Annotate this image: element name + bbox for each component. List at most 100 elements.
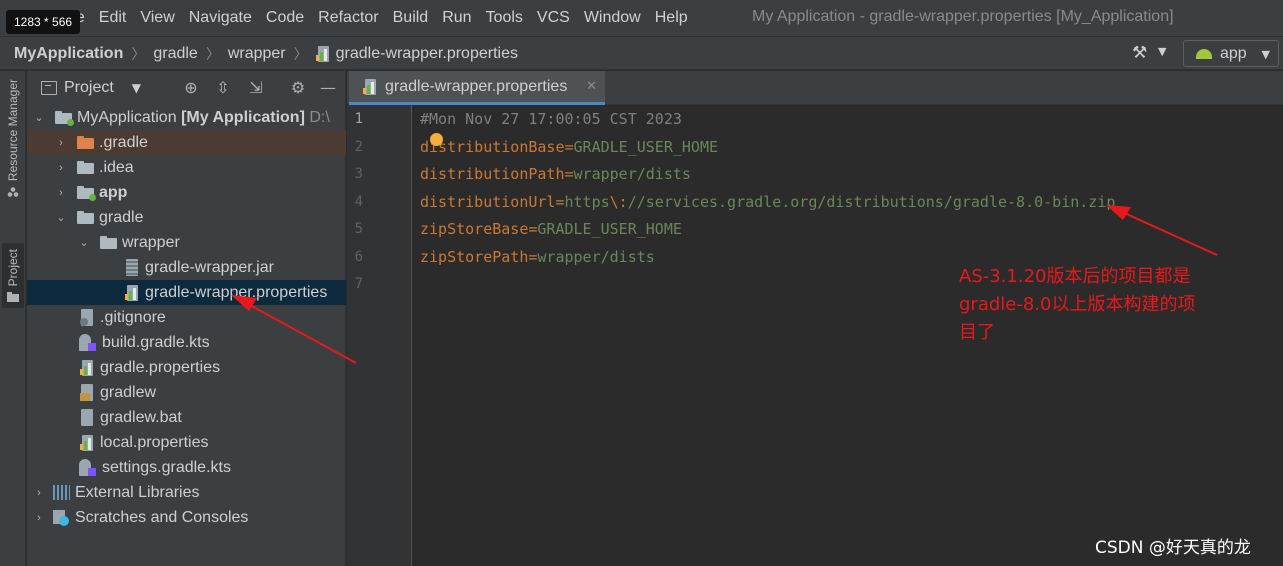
- property-key: zipStoreBase: [420, 220, 529, 238]
- locate-target-icon[interactable]: ⊕: [181, 78, 201, 98]
- run-configuration-label: app: [1220, 44, 1247, 62]
- menu-run[interactable]: Run: [435, 9, 478, 27]
- breadcrumb-wrapper[interactable]: wrapper: [228, 45, 286, 63]
- property-value: https: [564, 193, 610, 211]
- tree-item-label: settings.gradle.kts: [102, 458, 231, 476]
- gradle-kotlin-file-icon: [78, 459, 96, 476]
- tree-item-label: .idea: [99, 158, 134, 176]
- tree-item-wrapper[interactable]: ⌄ wrapper: [27, 230, 346, 255]
- menu-navigate[interactable]: Navigate: [182, 9, 259, 27]
- watermark: CSDN @好天真的龙: [1095, 538, 1251, 558]
- tree-item-build-gradle-kts[interactable]: build.gradle.kts: [27, 330, 346, 355]
- code-line-3: distributionPath=wrapper/dists: [420, 165, 691, 183]
- folder-icon: [100, 236, 117, 249]
- gear-icon[interactable]: ⚙: [288, 78, 308, 98]
- root-module: [My Application]: [181, 108, 305, 126]
- menu-refactor[interactable]: Refactor: [311, 9, 385, 27]
- collapse-all-icon[interactable]: ⇲: [246, 78, 266, 98]
- annotation-note: AS-3.1.20版本后的项目都是 gradle-8.0以上版本构建的项 目了: [959, 263, 1229, 347]
- root-name: MyApplication: [77, 108, 177, 126]
- chevron-right-icon[interactable]: ›: [33, 512, 45, 524]
- tree-item-gradle-wrapper-properties[interactable]: gradle-wrapper.properties: [27, 280, 346, 305]
- project-view-select[interactable]: Project: [64, 79, 114, 97]
- resource-manager-label: Resource Manager: [6, 79, 20, 182]
- tree-item-local-properties[interactable]: local.properties: [27, 430, 346, 455]
- menu-view[interactable]: View: [133, 9, 181, 27]
- annotation-line: gradle-8.0以上版本构建的项: [959, 294, 1196, 315]
- hide-panel-icon[interactable]: —: [318, 78, 338, 98]
- code-line-2: distributionBase=GRADLE_USER_HOME: [420, 138, 718, 156]
- menu-code[interactable]: Code: [259, 9, 311, 27]
- editor-tab-gradle-wrapper-properties[interactable]: gradle-wrapper.properties ✕: [349, 71, 605, 105]
- library-icon: [53, 485, 70, 500]
- property-value: GRADLE_USER_HOME: [537, 220, 682, 238]
- tree-item-label: app: [99, 183, 128, 201]
- folder-icon: [77, 136, 94, 149]
- tree-item-label: gradle-wrapper.properties: [145, 283, 328, 301]
- tree-item-label: gradle-wrapper.jar: [145, 258, 274, 276]
- window-title: My Application - gradle-wrapper.properti…: [752, 8, 1174, 25]
- tree-item-gradle-wrapper-jar[interactable]: gradle-wrapper.jar: [27, 255, 346, 280]
- tree-item-settings-gradle-kts[interactable]: settings.gradle.kts: [27, 455, 346, 480]
- breadcrumb-file[interactable]: gradle-wrapper.properties: [336, 45, 518, 63]
- menu-edit[interactable]: Edit: [92, 9, 134, 27]
- tree-item-dot-gradle[interactable]: › .gradle: [27, 130, 346, 155]
- project-tool-button[interactable]: Project: [2, 243, 24, 309]
- menu-build[interactable]: Build: [386, 9, 436, 27]
- line-number: 7: [354, 276, 363, 292]
- tree-item-gradle-properties[interactable]: gradle.properties: [27, 355, 346, 380]
- tree-item-label: Scratches and Consoles: [75, 508, 249, 526]
- tree-item-external-libraries[interactable]: › External Libraries: [27, 480, 346, 505]
- breadcrumb-gradle[interactable]: gradle: [153, 45, 197, 63]
- menu-help[interactable]: Help: [648, 9, 695, 27]
- editor-tab-bar: gradle-wrapper.properties ✕: [347, 71, 1283, 105]
- breadcrumb-project[interactable]: MyApplication: [14, 45, 123, 63]
- chevron-right-icon[interactable]: ›: [55, 137, 67, 149]
- tree-item-idea[interactable]: › .idea: [27, 155, 346, 180]
- tree-item-gradlew[interactable]: gradlew: [27, 380, 346, 405]
- tree-item-label: wrapper: [122, 233, 180, 251]
- escape-sequence: \:: [609, 193, 628, 211]
- chevron-down-icon[interactable]: ▼: [1158, 45, 1166, 58]
- resource-manager-icon: [7, 187, 19, 197]
- tree-item-root[interactable]: ⌄ MyApplication [My Application] D:\: [27, 105, 346, 130]
- menu-window[interactable]: Window: [577, 9, 648, 27]
- project-view-icon: [41, 80, 57, 95]
- annotation-line: 目了: [959, 322, 995, 343]
- expand-all-icon[interactable]: ⇳: [213, 78, 233, 98]
- tree-item-gradlew-bat[interactable]: gradlew.bat: [27, 405, 346, 430]
- close-icon[interactable]: ✕: [586, 79, 597, 94]
- property-value: wrapper/dists: [573, 165, 691, 183]
- chevron-down-icon[interactable]: ⌄: [78, 236, 90, 249]
- tree-item-gitignore[interactable]: .gitignore: [27, 305, 346, 330]
- chevron-right-icon[interactable]: ›: [33, 487, 45, 499]
- resource-manager-tool-button[interactable]: Resource Manager: [2, 79, 24, 197]
- tree-item-label: build.gradle.kts: [102, 333, 210, 351]
- chevron-right-icon: 〉: [131, 45, 146, 62]
- properties-file-icon: [80, 359, 94, 376]
- chevron-down-icon[interactable]: ▼: [132, 81, 141, 95]
- project-panel-header: Project ▼ ⊕ ⇳ ⇲ ⚙ —: [27, 71, 346, 104]
- shell-script-icon: [80, 384, 94, 401]
- chevron-right-icon[interactable]: ›: [55, 187, 67, 199]
- chevron-down-icon[interactable]: ⌄: [55, 211, 67, 224]
- line-number: 2: [354, 139, 363, 155]
- run-configuration-select[interactable]: app ▼: [1183, 40, 1279, 67]
- tree-item-label: gradlew: [100, 383, 157, 401]
- chevron-right-icon[interactable]: ›: [55, 162, 67, 174]
- folder-icon: [7, 292, 19, 303]
- tree-item-label: gradle.properties: [100, 358, 221, 376]
- menu-tools[interactable]: Tools: [479, 9, 530, 27]
- line-number: 3: [354, 166, 363, 182]
- tree-item-gradle[interactable]: ⌄ gradle: [27, 205, 346, 230]
- hammer-icon[interactable]: ⚒: [1132, 43, 1147, 63]
- tree-item-label: .gitignore: [100, 308, 166, 326]
- chevron-down-icon[interactable]: ⌄: [33, 111, 45, 124]
- intention-bulb-icon[interactable]: [430, 133, 443, 146]
- tree-item-scratches[interactable]: › Scratches and Consoles: [27, 505, 346, 530]
- jar-file-icon: [125, 259, 139, 276]
- tree-item-app[interactable]: › app: [27, 180, 346, 205]
- menu-vcs[interactable]: VCS: [530, 9, 577, 27]
- ignore-file-icon: [80, 309, 94, 326]
- properties-file-icon: [125, 284, 139, 301]
